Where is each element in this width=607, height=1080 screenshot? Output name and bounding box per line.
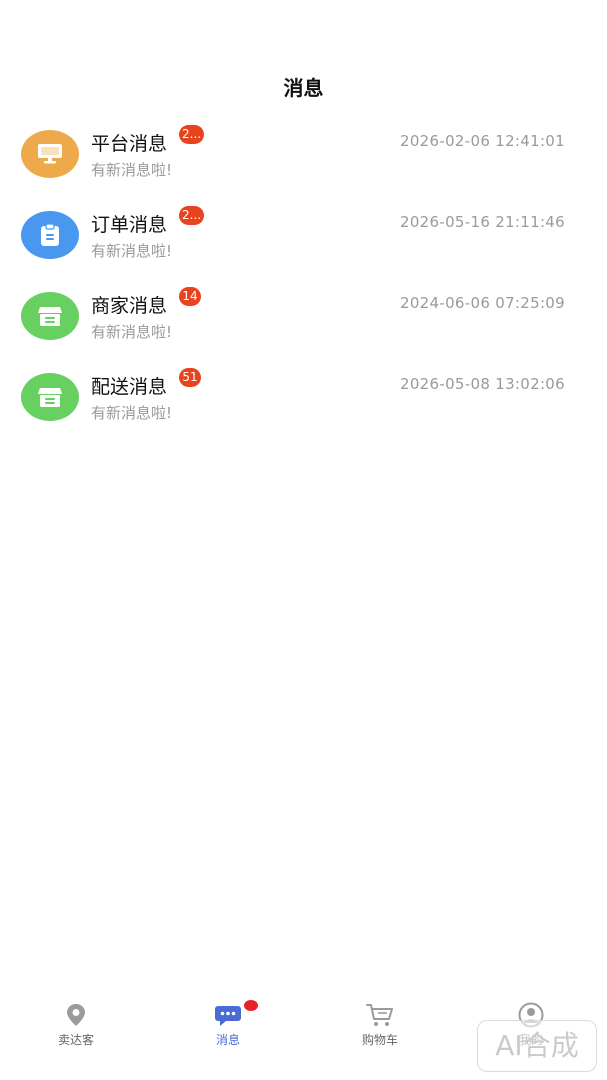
ai-watermark: AI合成: [477, 1020, 597, 1072]
tab-messages[interactable]: 消息: [152, 988, 304, 1068]
message-time: 2026-05-16 21:11:46: [399, 213, 565, 231]
unread-badge: 2...: [179, 125, 205, 144]
message-time: 2026-02-06 12:41:01: [399, 132, 565, 150]
store-icon: [38, 307, 62, 326]
unread-badge: 51: [179, 368, 201, 387]
unread-badge: 14: [179, 287, 201, 306]
notification-dot: [244, 1000, 258, 1011]
message-subtitle: 有新消息啦!: [91, 323, 173, 341]
platform-avatar: [21, 130, 79, 178]
tab-label: 购物车: [361, 1033, 398, 1047]
message-subtitle: 有新消息啦!: [91, 242, 173, 260]
location-pin-icon: [67, 1004, 85, 1026]
merchant-avatar: [21, 292, 79, 340]
chat-bubble-icon: [215, 1006, 241, 1026]
message-title: 商家消息: [91, 295, 168, 317]
page-title: 消息: [283, 76, 324, 100]
message-item-platform[interactable]: 平台消息 2... 有新消息啦! 2026-02-06 12:41:01: [0, 120, 607, 201]
message-item-delivery[interactable]: 配送消息 51 有新消息啦! 2026-05-08 13:02:06: [0, 363, 607, 444]
cart-icon: [366, 1004, 393, 1026]
monitor-icon: [38, 144, 62, 164]
message-subtitle: 有新消息啦!: [91, 161, 173, 179]
tab-label: 卖达客: [57, 1033, 94, 1047]
message-item-order[interactable]: 订单消息 2... 有新消息啦! 2026-05-16 21:11:46: [0, 201, 607, 282]
message-title: 配送消息: [91, 376, 168, 398]
message-subtitle: 有新消息啦!: [91, 404, 173, 422]
message-time: 2026-05-08 13:02:06: [399, 375, 565, 393]
message-title: 平台消息: [91, 133, 168, 155]
tab-home[interactable]: 卖达客: [0, 988, 152, 1068]
delivery-avatar: [21, 373, 79, 421]
message-time: 2024-06-06 07:25:09: [399, 294, 565, 312]
message-title: 订单消息: [91, 214, 168, 236]
clipboard-icon: [41, 223, 59, 246]
tab-cart[interactable]: 购物车: [304, 988, 456, 1068]
tab-label: 消息: [215, 1033, 240, 1047]
unread-badge: 2...: [179, 206, 205, 225]
order-avatar: [21, 211, 79, 259]
message-item-merchant[interactable]: 商家消息 14 有新消息啦! 2024-06-06 07:25:09: [0, 282, 607, 363]
store-icon: [38, 388, 62, 407]
message-list: 平台消息 2... 有新消息啦! 2026-02-06 12:41:01 订单消…: [0, 120, 607, 444]
